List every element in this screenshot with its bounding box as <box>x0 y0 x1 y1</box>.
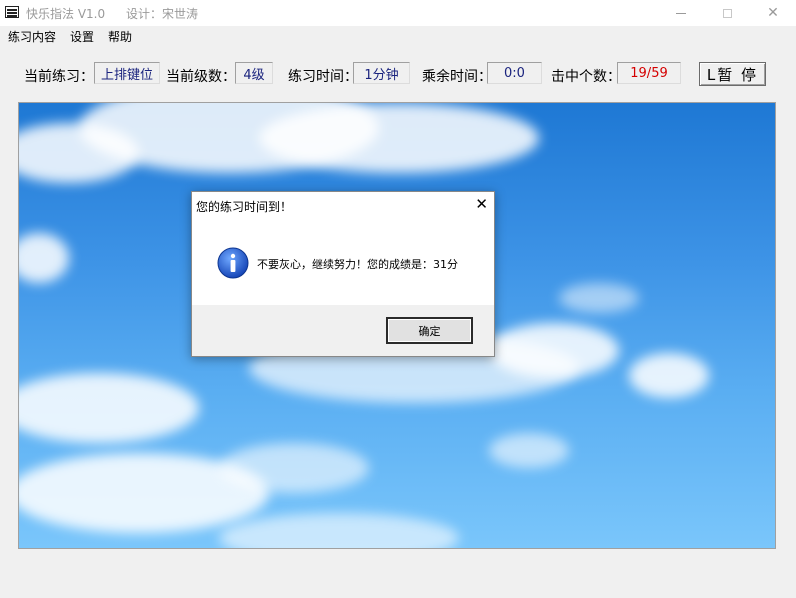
close-icon: ✕ <box>767 5 779 21</box>
title-bar[interactable]: 快乐指法 V1.0 设计：宋世涛 ✕ <box>0 0 796 26</box>
app-window: 快乐指法 V1.0 设计：宋世涛 ✕ 练习内容 设置 帮助 当前练习： 上排键位… <box>0 0 796 598</box>
info-icon <box>217 247 249 279</box>
cloud <box>19 123 139 183</box>
keyboard-icon <box>5 6 19 18</box>
practice-time-label: 练习时间： <box>288 69 358 85</box>
designer-credit: 设计：宋世涛 <box>126 7 199 21</box>
cloud <box>219 513 459 548</box>
cloud <box>489 323 619 378</box>
cloud <box>259 103 539 173</box>
cloud <box>219 443 369 493</box>
remaining-time-value: 0:0 <box>487 62 542 84</box>
menu-bar: 练习内容 设置 帮助 <box>0 26 796 46</box>
minimize-icon <box>676 12 686 14</box>
menu-settings[interactable]: 设置 <box>70 28 94 45</box>
current-level-value: 4级 <box>235 62 273 84</box>
dialog-footer: 确定 <box>192 305 494 356</box>
cloud <box>489 433 569 468</box>
pause-button[interactable]: L暂 停 <box>699 62 766 86</box>
close-window-button[interactable]: ✕ <box>750 0 796 26</box>
menu-help[interactable]: 帮助 <box>108 28 132 45</box>
current-level-label: 当前级数： <box>166 69 236 85</box>
dialog-message: 不要灰心，继续努力！您的成绩是：31分 <box>257 258 458 271</box>
current-practice-value: 上排键位 <box>94 62 160 84</box>
window-title: 快乐指法 V1.0 <box>26 7 106 21</box>
maximize-icon <box>722 8 732 18</box>
remaining-time-label: 乘余时间： <box>422 69 492 85</box>
maximize-button[interactable] <box>704 0 750 26</box>
cloud <box>19 373 199 443</box>
cloud <box>19 233 69 283</box>
cloud <box>559 283 639 313</box>
result-dialog: 您的练习时间到！ ✕ 不要灰心，继续努力！您的成绩是：31分 确定 <box>191 191 495 357</box>
current-practice-label: 当前练习： <box>24 69 94 85</box>
hits-value: 19/59 <box>617 62 681 84</box>
dialog-title: 您的练习时间到！ <box>196 200 293 214</box>
menu-practice-content[interactable]: 练习内容 <box>8 28 56 45</box>
close-icon[interactable]: ✕ <box>475 196 488 212</box>
hits-label: 击中个数： <box>551 69 621 85</box>
ok-button[interactable]: 确定 <box>386 317 473 344</box>
cloud <box>629 353 709 398</box>
practice-time-value: 1分钟 <box>353 62 410 84</box>
minimize-button[interactable] <box>658 0 704 26</box>
